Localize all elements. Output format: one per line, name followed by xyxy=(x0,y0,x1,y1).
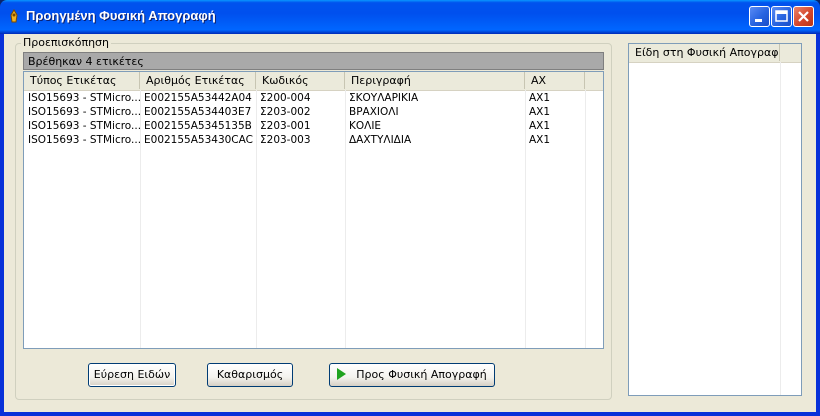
cell-ax: ΑΧ1 xyxy=(529,134,551,146)
cell-tag-number: E002155A53442A04 xyxy=(144,92,252,104)
status-panel: Βρέθηκαν 4 ετικέτες xyxy=(23,52,604,70)
find-items-button[interactable]: Εύρεση Ειδών xyxy=(88,363,176,387)
cell-ax: ΑΧ1 xyxy=(529,92,551,104)
window-frame-bottom xyxy=(0,412,820,416)
inventory-listview[interactable]: Είδη στη Φυσική Απογραφή xyxy=(628,43,802,396)
cell-tag-type: ISO15693 - STMicro... xyxy=(28,134,140,146)
close-button[interactable] xyxy=(793,6,814,27)
column-header-tag-type[interactable]: Τύπος Ετικέτας xyxy=(24,72,140,89)
maximize-icon xyxy=(775,10,788,22)
cell-description: ΚΟΛΙΕ xyxy=(349,120,382,132)
cell-ax: ΑΧ1 xyxy=(529,106,551,118)
cell-code: Σ203-001 xyxy=(260,120,311,132)
table-row[interactable]: ISO15693 - STMicro... E002155A5345135B Σ… xyxy=(24,119,603,133)
column-header-description[interactable]: Περιγραφή xyxy=(345,72,525,89)
tags-found-status: Βρέθηκαν 4 ετικέτες xyxy=(28,55,144,68)
cell-description: ΔΑΧΤΥΛΙΔΙΑ xyxy=(349,134,412,146)
cell-tag-number: E002155A534403E7 xyxy=(144,106,252,118)
window-title: Προηγμένη Φυσική Απογραφή xyxy=(26,8,216,23)
window-frame-right xyxy=(816,34,820,416)
table-row[interactable]: ISO15693 - STMicro... E002155A53442A04 Σ… xyxy=(24,91,603,105)
cell-code: Σ203-003 xyxy=(260,134,311,146)
clear-button[interactable]: Καθαρισμός xyxy=(207,363,293,387)
cell-tag-type: ISO15693 - STMicro... xyxy=(28,92,140,104)
maximize-button[interactable] xyxy=(771,6,792,27)
title-bar[interactable]: Προηγμένη Φυσική Απογραφή xyxy=(0,0,820,34)
cell-ax: ΑΧ1 xyxy=(529,120,551,132)
minimize-button[interactable] xyxy=(749,6,770,27)
cell-tag-number: E002155A5345135B xyxy=(144,120,252,132)
cell-tag-type: ISO15693 - STMicro... xyxy=(28,120,140,132)
cell-code: Σ203-002 xyxy=(260,106,311,118)
cell-description: ΒΡΑΧΙΟΛΙ xyxy=(349,106,399,118)
table-row[interactable]: ISO15693 - STMicro... E002155A534403E7 Σ… xyxy=(24,105,603,119)
preview-group-label: Προεπισκόπηση xyxy=(21,36,111,49)
play-icon xyxy=(337,368,347,380)
cell-code: Σ200-004 xyxy=(260,92,311,104)
column-header-ax[interactable]: ΑΧ xyxy=(525,72,585,89)
app-icon xyxy=(10,9,18,23)
inventory-list-header: Είδη στη Φυσική Απογραφή xyxy=(629,44,801,63)
cell-tag-type: ISO15693 - STMicro... xyxy=(28,106,140,118)
to-inventory-button[interactable]: Προς Φυσική Απογραφή xyxy=(329,363,495,387)
to-inventory-label: Προς Φυσική Απογραφή xyxy=(356,368,487,381)
cell-tag-number: E002155A53430CAC xyxy=(144,134,253,146)
column-header-code[interactable]: Κωδικός xyxy=(256,72,345,89)
column-header-tag-number[interactable]: Αριθμός Ετικέτας xyxy=(140,72,256,89)
minimize-icon xyxy=(755,19,762,22)
table-row[interactable]: ISO15693 - STMicro... E002155A53430CAC Σ… xyxy=(24,133,603,147)
cell-description: ΣΚΟΥΛΑΡΙΚΙΑ xyxy=(349,92,419,104)
preview-listview[interactable]: Τύπος Ετικέτας Αριθμός Ετικέτας Κωδικός … xyxy=(23,71,604,349)
column-header-inventory-items[interactable]: Είδη στη Φυσική Απογραφή xyxy=(629,44,780,61)
app-window: Προηγμένη Φυσική Απογραφή Προεπισκόπηση … xyxy=(0,0,820,416)
preview-list-header: Τύπος Ετικέτας Αριθμός Ετικέτας Κωδικός … xyxy=(24,72,603,91)
close-icon xyxy=(798,11,809,22)
column-divider xyxy=(780,62,781,395)
